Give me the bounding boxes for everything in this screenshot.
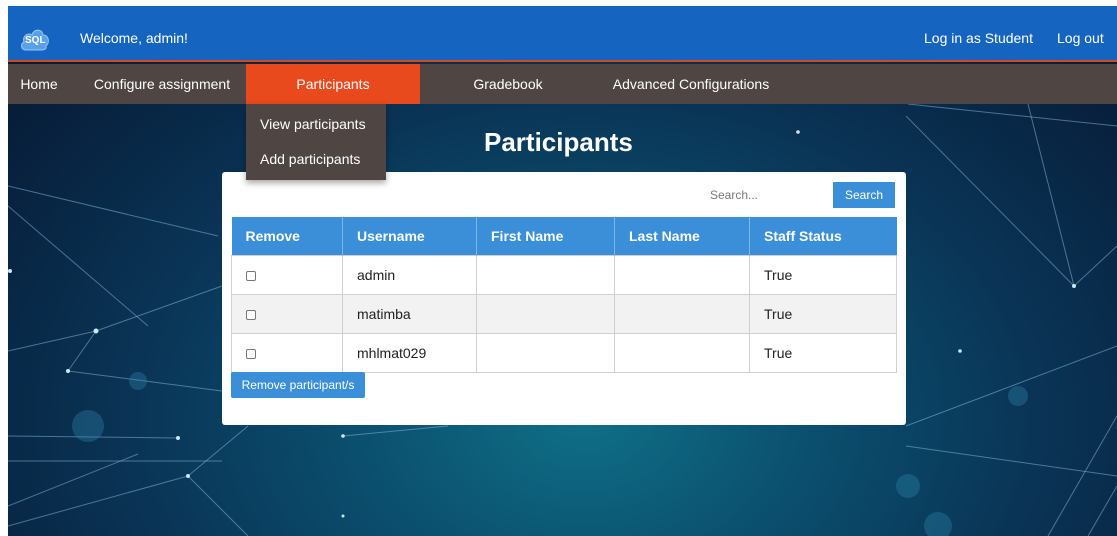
- app-frame: SQL Welcome, admin! Log in as Student Lo…: [8, 6, 1117, 536]
- first-name-cell: [476, 254, 615, 295]
- login-as-student-link[interactable]: Log in as Student: [924, 30, 1033, 46]
- staff-status-cell: True: [749, 293, 897, 334]
- remove-checkbox[interactable]: [246, 348, 256, 359]
- remove-cell: [231, 254, 343, 295]
- search-input[interactable]: [644, 184, 824, 206]
- first-name-cell: [476, 293, 615, 334]
- column-header-last-name: Last Name: [614, 217, 750, 255]
- table-row: admin True: [231, 254, 897, 295]
- column-header-staff-status: Staff Status: [749, 217, 897, 255]
- logo-text: SQL: [25, 35, 46, 46]
- staff-status-cell: True: [749, 254, 897, 295]
- menu-item-view-participants[interactable]: View participants: [260, 116, 366, 132]
- top-header-bar: SQL Welcome, admin! Log in as Student Lo…: [8, 6, 1117, 62]
- remove-cell: [231, 293, 343, 334]
- main-nav: Home Configure assignment Participants G…: [8, 64, 1117, 104]
- participants-table: Remove Username First Name Last Name Sta…: [231, 217, 897, 373]
- first-name-cell: [476, 332, 615, 373]
- search-button[interactable]: Search: [833, 182, 895, 208]
- nav-item-participants[interactable]: Participants: [246, 64, 420, 104]
- nav-item-advanced-configurations[interactable]: Advanced Configurations: [596, 64, 786, 104]
- remove-checkbox[interactable]: [246, 270, 256, 281]
- last-name-cell: [614, 293, 750, 334]
- username-cell: matimba: [342, 293, 477, 334]
- nav-item-gradebook[interactable]: Gradebook: [448, 64, 568, 104]
- logout-link[interactable]: Log out: [1057, 30, 1104, 46]
- nav-item-home[interactable]: Home: [8, 64, 70, 104]
- remove-participants-button[interactable]: Remove participant/s: [231, 372, 365, 398]
- welcome-text: Welcome, admin!: [80, 30, 188, 46]
- last-name-cell: [614, 332, 750, 373]
- staff-status-cell: True: [749, 332, 897, 373]
- last-name-cell: [614, 254, 750, 295]
- column-header-username: Username: [342, 217, 477, 255]
- sql-cloud-logo-icon[interactable]: SQL: [20, 24, 50, 52]
- username-cell: mhlmat029: [342, 332, 477, 373]
- participants-dropdown-menu: View participants Add participants: [246, 104, 386, 180]
- remove-checkbox[interactable]: [246, 309, 256, 320]
- page-title: Participants: [484, 127, 633, 157]
- column-header-remove: Remove: [231, 217, 343, 255]
- column-header-first-name: First Name: [476, 217, 615, 255]
- table-header-row: Remove Username First Name Last Name Sta…: [231, 217, 897, 255]
- nav-item-configure-assignment[interactable]: Configure assignment: [82, 64, 242, 104]
- username-cell: admin: [342, 254, 477, 295]
- participants-card: Search Remove Username First Name Last N…: [222, 172, 906, 425]
- remove-cell: [231, 332, 343, 373]
- table-row: mhlmat029 True: [231, 332, 897, 373]
- table-row: matimba True: [231, 293, 897, 334]
- menu-item-add-participants[interactable]: Add participants: [260, 151, 360, 167]
